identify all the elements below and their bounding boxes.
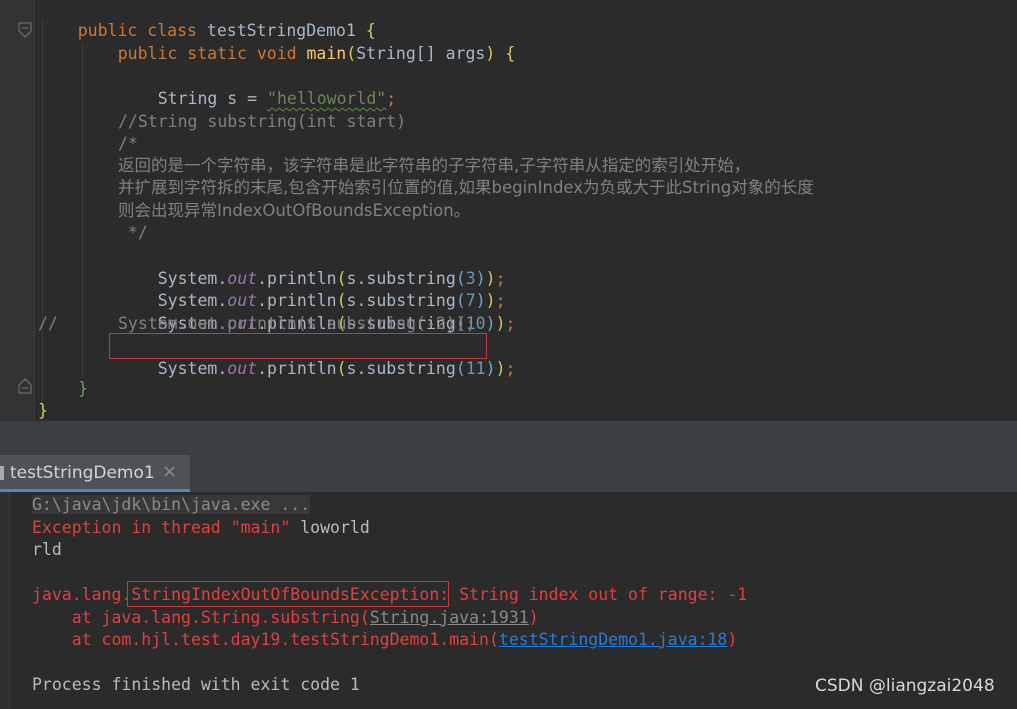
stack-frame-text: ) [727,630,738,649]
closing-brace[interactable]: } [78,378,88,400]
paren: ) [485,44,496,63]
console-line-exit: Process finished with exit code 1 [32,675,360,694]
code-line-comment[interactable]: 并扩展到字符拆的末尾,包含开始索引位置的值,如果beginIndex为负或大于此… [118,177,814,199]
semicolon: ; [386,89,397,108]
code-editor[interactable]: public class testStringDemo1 { public st… [0,0,1017,421]
highlight-box [109,333,487,359]
brace: { [495,44,516,63]
console-line-stack-frame: at com.hjl.test.day19.testStringDemo1.ma… [32,629,738,651]
source-link[interactable]: testStringDemo1.java:18 [499,630,727,649]
code-line-commented-out[interactable]: System.out.println(s.substring(-2)); [118,313,476,335]
code-line-class-decl[interactable]: public class testStringDemo1 { [38,0,376,40]
paren: ) [485,359,496,378]
code-line-println[interactable]: System.out.println(s.substring(3)); [118,246,506,288]
semicolon: ; [505,359,516,378]
static-field: out [227,359,258,378]
paren: ) [485,314,496,333]
code-line-comment[interactable]: 则会出现异常IndexOutOfBoundsException。 [118,200,470,222]
exception-message: : String index out of range: -1 [439,585,748,604]
indent-guide [42,20,43,412]
method-call: s.substring [346,359,456,378]
class-ref: System. [157,359,228,378]
console-line-command: G:\java\jdk\bin\java.exe ... [32,494,311,516]
highlight-box [127,581,449,607]
console-line-stack-frame: at java.lang.String.substring(String.jav… [32,607,539,629]
keyword: public static void [117,44,307,63]
gutter-divider [34,0,35,421]
stack-frame-text: at com.hjl.test.day19.testStringDemo1.ma… [32,630,499,649]
code-line-comment[interactable]: /* [118,133,138,155]
number-literal: 11 [465,359,486,378]
paren: ( [455,359,466,378]
fold-end-icon[interactable] [18,378,32,394]
panel-splitter[interactable] [0,421,1017,455]
tab-run-config[interactable]: testStringDemo1 × [0,455,190,492]
stdout-text: loworld [290,518,370,537]
console-toolbar-strip [0,492,10,709]
code-line-println[interactable]: System.out.println(s.substring(7)); [118,268,506,310]
thread-name: "main" [230,518,291,537]
source-link[interactable]: String.java:1931 [370,608,529,627]
editor-gutter [0,0,34,421]
comment-text: 并扩展到字符拆的末尾,包含开始索引位置的值,如果beginIndex为负或大于此… [118,178,814,197]
comment-text: 返回的是一个字符串，该字符串是此字符串的子字符串,子字符串从指定的索引处开始， [118,156,751,175]
error-text: Exception in thread [32,518,231,537]
console-line-exception-header: Exception in thread "main" loworld [32,517,370,539]
code-line-comment[interactable]: 返回的是一个字符串，该字符串是此字符串的子字符串,子字符串从指定的索引处开始， [118,155,750,177]
code-line-comment[interactable]: //String substring(int start) [118,111,406,133]
stack-frame-text: ) [528,608,539,627]
fold-collapse-icon[interactable] [18,22,32,38]
code-line-comment[interactable]: */ [118,222,148,244]
comment-text: 则会出现异常IndexOutOfBoundsException。 [118,201,471,220]
indent-guide [82,44,83,378]
paren: ) [495,359,506,378]
run-config-icon [0,466,4,480]
param-list: String[] args [356,44,486,63]
paren: ( [346,44,357,63]
run-tool-window-tabs: testStringDemo1 × [0,455,1017,493]
tab-title: testStringDemo1 [10,463,155,483]
console-line-stdout: rld [32,540,62,559]
string-literal: "helloworld" [267,89,387,108]
paren: ( [336,359,347,378]
method-name: main [306,44,347,63]
code-line-commented-out-marker[interactable]: // [38,313,58,335]
paren: ) [495,314,506,333]
exception-package: java.lang. [32,585,132,604]
code-line-string-decl[interactable]: String s = "helloworld"; [118,66,396,108]
command-path[interactable]: G:\java\jdk\bin\java.exe ... [32,495,311,514]
stack-frame-text: at java.lang.String.substring( [32,608,370,627]
code-line-main-decl[interactable]: public static void main(String[] args) { [78,21,515,63]
closing-brace[interactable]: } [38,400,48,421]
method-call: .println [257,359,337,378]
declaration: String s = [157,89,268,108]
close-icon[interactable]: × [162,461,177,482]
semicolon: ; [505,314,516,333]
code-line-println[interactable]: System.out.println(s.substring(10)); [118,291,516,333]
watermark: CSDN @liangzai2048 [815,676,995,696]
